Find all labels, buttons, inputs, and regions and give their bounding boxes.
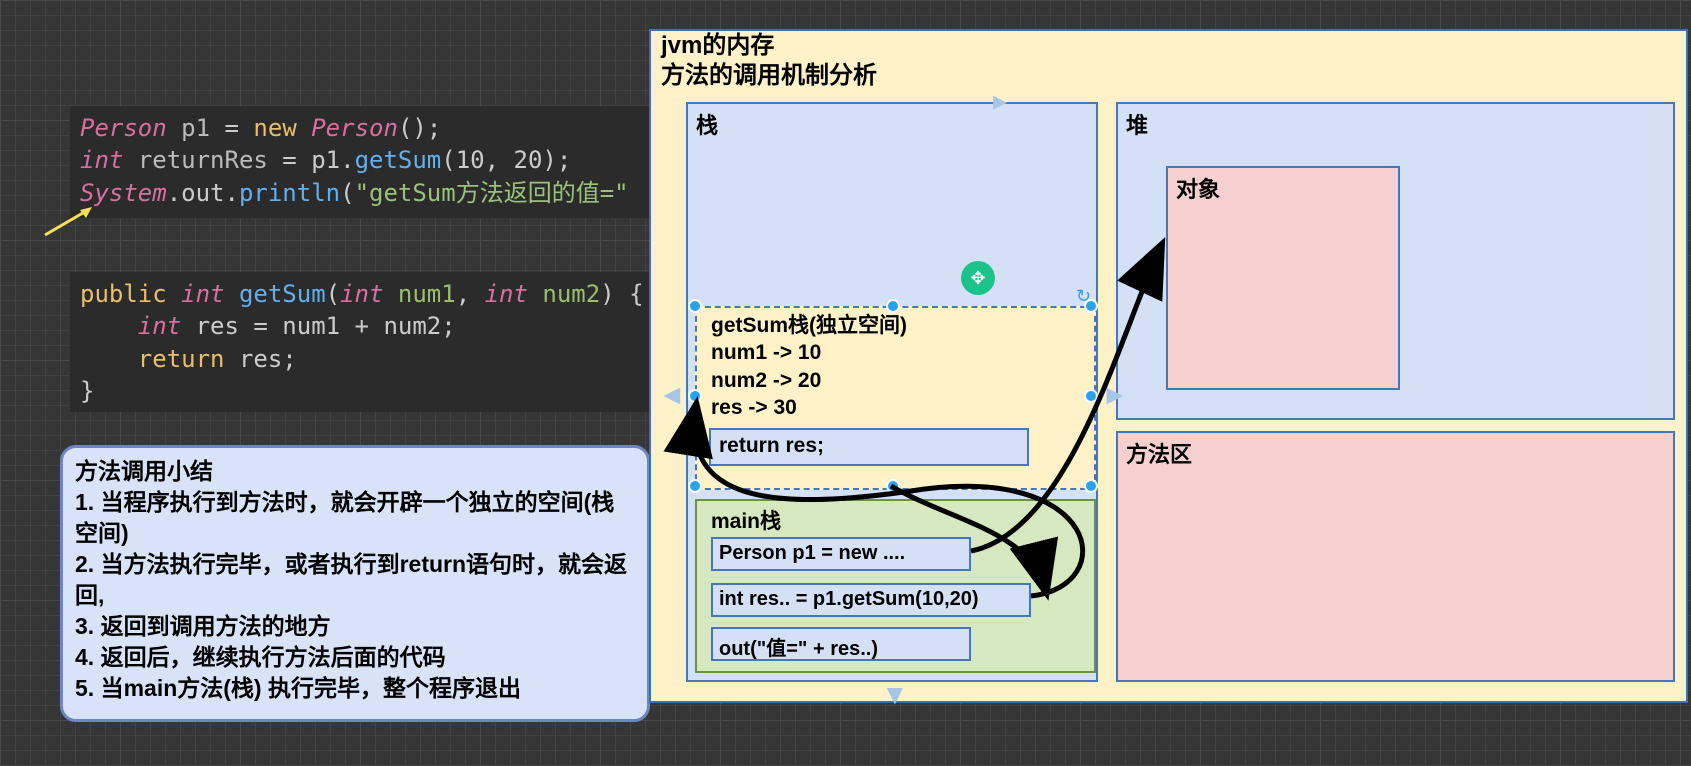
selection-handle[interactable] [1084, 389, 1098, 403]
selection-handle[interactable] [688, 389, 702, 403]
token-type: Person [80, 114, 167, 142]
guide-small-arrow-icon: ▸ [993, 87, 1007, 115]
jvm-memory-panel[interactable]: jvm的内存方法的调用机制分析 栈 getSum栈(独立空间) num1 -> … [649, 29, 1688, 703]
object-label: 对象 [1176, 172, 1220, 204]
guide-arrow-down-icon: ▼ [881, 681, 909, 709]
summary-item-1: 1. 当程序执行到方法时，就会开辟一个独立的空间(栈空间) [75, 487, 635, 549]
selection-handle[interactable] [688, 479, 702, 493]
code-snippet-2: public int getSum(int num1, int num2) { … [70, 272, 660, 412]
return-statement-box[interactable]: return res; [709, 428, 1029, 466]
jvm-title: jvm的内存方法的调用机制分析 [661, 31, 877, 91]
summary-item-3: 3. 返回到调用方法的地方 [75, 611, 635, 642]
summary-item-4: 4. 返回后，继续执行方法后面的代码 [75, 642, 635, 673]
main-line-1[interactable]: Person p1 = new .... [711, 537, 971, 571]
heap-label: 堆 [1126, 108, 1148, 140]
guide-arrow-right-icon: ► [1101, 381, 1129, 409]
move-handle-icon[interactable]: ✥ [961, 261, 995, 295]
selection-handle[interactable] [1084, 479, 1098, 493]
code-snippet-1: Person p1 = new Person(); int returnRes … [70, 106, 660, 218]
method-call-summary[interactable]: 方法调用小结 1. 当程序执行到方法时，就会开辟一个独立的空间(栈空间) 2. … [60, 445, 650, 722]
rotate-handle-icon[interactable]: ↻ [1076, 286, 1091, 307]
getsum-stack-frame[interactable]: getSum栈(独立空间) num1 -> 10 num2 -> 20 res … [695, 306, 1096, 490]
method-area[interactable]: 方法区 [1116, 431, 1675, 682]
execution-pointer-arrow [40, 200, 100, 240]
guide-arrow-left-icon: ◄ [658, 381, 686, 409]
heap-object[interactable]: 对象 [1166, 166, 1400, 390]
main-line-2[interactable]: int res.. = p1.getSum(10,20) [711, 583, 1031, 617]
selection-handle[interactable] [688, 299, 702, 313]
summary-item-2: 2. 当方法执行完毕，或者执行到return语句时，就会返回, [75, 549, 635, 611]
main-line-3[interactable]: out("值=" + res..) [711, 627, 971, 661]
getsum-frame-text: getSum栈(独立空间) num1 -> 10 num2 -> 20 res … [711, 312, 907, 421]
method-area-label: 方法区 [1126, 437, 1192, 469]
selection-handle[interactable] [886, 479, 900, 493]
main-stack-frame[interactable]: main栈 Person p1 = new .... int res.. = p… [695, 499, 1096, 673]
stack-label: 栈 [696, 108, 718, 140]
summary-title: 方法调用小结 [75, 456, 635, 487]
selection-handle[interactable] [886, 299, 900, 313]
main-frame-label: main栈 [711, 505, 781, 535]
summary-item-5: 5. 当main方法(栈) 执行完毕，整个程序退出 [75, 673, 635, 704]
